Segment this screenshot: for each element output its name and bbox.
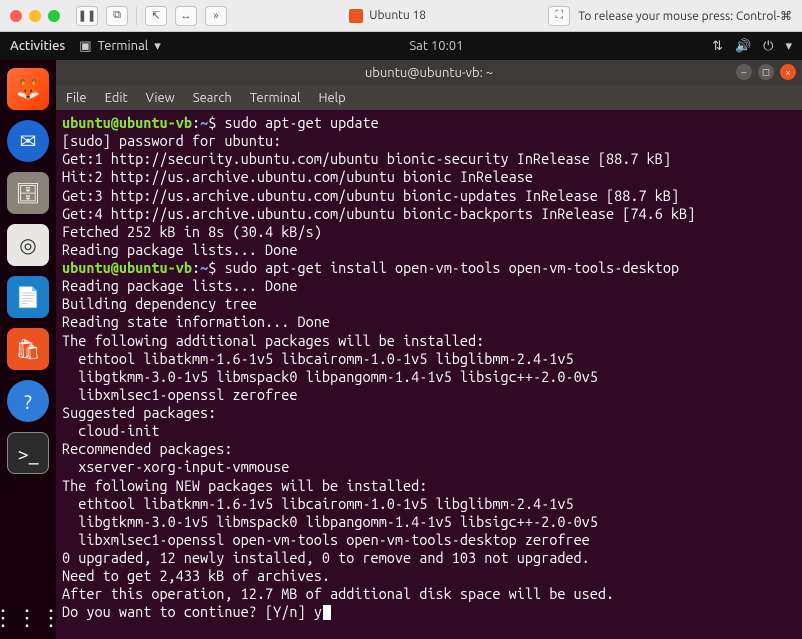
power-icon[interactable]: ⏻ [763, 39, 773, 54]
dock-writer-icon[interactable]: 📄 [7, 276, 49, 318]
dock-help-icon[interactable]: ? [7, 380, 49, 422]
window-close-button[interactable]: × [780, 64, 796, 80]
host-minimize-button[interactable] [29, 10, 41, 22]
dock-terminal-icon[interactable]: >_ [7, 432, 49, 474]
dock-rhythmbox-icon[interactable]: ◎ [7, 224, 49, 266]
activities-button[interactable]: Activities [10, 39, 65, 53]
dock-files-icon[interactable]: 🗄 [7, 172, 49, 214]
menu-search[interactable]: Search [193, 91, 232, 105]
menu-file[interactable]: File [66, 91, 87, 105]
dock-firefox-icon[interactable]: 🦊 [7, 68, 49, 110]
dock-show-apps-icon[interactable]: ⋮⋮⋮ [7, 597, 49, 639]
terminal-body[interactable]: ubuntu@ubuntu-vb:~$ sudo apt-get update … [56, 110, 802, 639]
window-maximize-button[interactable]: ◻ [758, 64, 774, 80]
host-traffic-lights [10, 10, 60, 22]
host-titlebar: ❚❚ ⧉ ↸ ↔ » Ubuntu 18 ⛶ To release your m… [0, 0, 802, 32]
terminal-icon: ▣ [79, 39, 91, 54]
chevron-down-icon[interactable]: ▾ [785, 39, 792, 54]
host-tool-resize-button[interactable]: ↔ [175, 6, 197, 26]
dock-software-icon[interactable]: 🛍 [7, 328, 49, 370]
host-separator [136, 7, 137, 25]
network-icon[interactable]: ⇅ [712, 39, 723, 54]
host-release-hint: To release your mouse press: Control-⌘ [578, 9, 792, 23]
dock-thunderbird-icon[interactable]: ✉ [7, 120, 49, 162]
host-pause-button[interactable]: ❚❚ [76, 6, 98, 26]
menu-edit[interactable]: Edit [105, 91, 128, 105]
text-cursor [323, 605, 331, 620]
ubuntu-logo-icon [349, 9, 363, 23]
terminal-title-text: ubuntu@ubuntu-vb: ~ [365, 66, 493, 80]
menu-terminal[interactable]: Terminal [250, 91, 301, 105]
host-vm-tab[interactable]: Ubuntu 18 [349, 9, 426, 23]
app-menu[interactable]: ▣ Terminal ▾ [79, 39, 160, 54]
terminal-titlebar[interactable]: ubuntu@ubuntu-vb: ~ – ◻ × [56, 60, 802, 86]
window-minimize-button[interactable]: – [736, 64, 752, 80]
volume-icon[interactable]: 🔊 [735, 39, 751, 54]
app-menu-label: Terminal [98, 39, 149, 53]
host-fullscreen-button[interactable]: ⛶ [548, 6, 570, 26]
host-snapshot-button[interactable]: ⧉ [106, 6, 128, 26]
desktop: 🦊 ✉ 🗄 ◎ 📄 🛍 ? >_ ⋮⋮⋮ ubuntu@ubuntu-vb: ~… [0, 60, 802, 639]
host-vm-label: Ubuntu 18 [369, 9, 426, 22]
menu-view[interactable]: View [146, 91, 175, 105]
gnome-top-bar: Activities ▣ Terminal ▾ Sat 10:01 ⇅ 🔊 ⏻ … [0, 32, 802, 60]
chevron-down-icon: ▾ [154, 39, 161, 54]
host-tool-pointer-button[interactable]: ↸ [145, 6, 167, 26]
dock: 🦊 ✉ 🗄 ◎ 📄 🛍 ? >_ ⋮⋮⋮ [0, 60, 56, 639]
menu-help[interactable]: Help [318, 91, 345, 105]
host-tool-more-button[interactable]: » [205, 6, 227, 26]
host-zoom-button[interactable] [48, 10, 60, 22]
host-close-button[interactable] [10, 10, 22, 22]
clock[interactable]: Sat 10:01 [175, 39, 698, 53]
terminal-window: ubuntu@ubuntu-vb: ~ – ◻ × File Edit View… [56, 60, 802, 639]
terminal-menubar: File Edit View Search Terminal Help [56, 86, 802, 110]
